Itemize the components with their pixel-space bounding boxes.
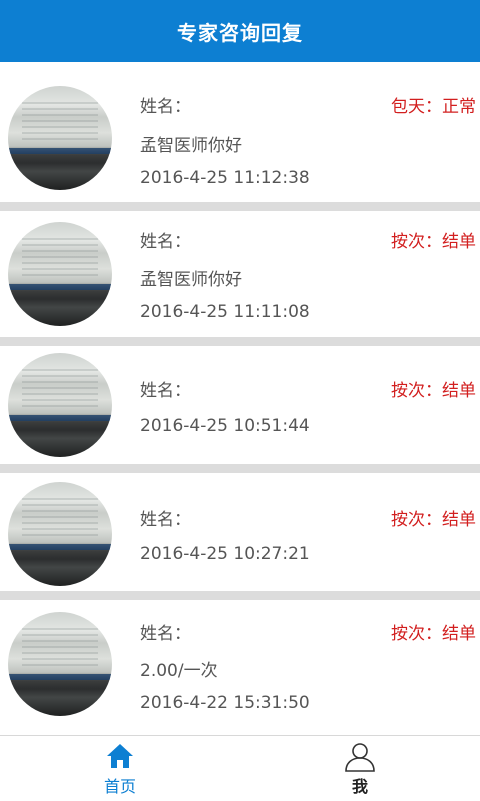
avatar	[8, 86, 112, 190]
timestamp: 2016-4-25 11:12:38	[140, 168, 310, 188]
name-label: 姓名：	[140, 381, 191, 401]
divider	[0, 202, 480, 211]
divider	[0, 591, 480, 600]
tab-me[interactable]: 我	[240, 736, 480, 801]
list-item[interactable]: 姓名： 按次：结单 孟智医师你好 2016-4-25 11:11:08	[0, 211, 480, 337]
status-badge: 按次：结单	[391, 624, 476, 644]
list-item[interactable]: 姓名： 按次：结单 2016-4-25 10:51:44	[0, 346, 480, 464]
divider	[0, 337, 480, 346]
name-label: 姓名：	[140, 510, 191, 530]
home-icon	[105, 742, 135, 774]
avatar	[8, 482, 112, 586]
tab-home-label: 首页	[103, 777, 136, 796]
header-bar: 专家咨询回复	[0, 0, 480, 62]
list-item[interactable]: 姓名： 按次：结单 2.00/一次 2016-4-22 15:31:50	[0, 600, 480, 735]
tab-home[interactable]: 首页	[0, 736, 240, 801]
tab-me-label: 我	[351, 777, 368, 796]
timestamp: 2016-4-22 15:31:50	[140, 693, 310, 713]
avatar	[8, 353, 112, 457]
message-text: 孟智医师你好	[140, 136, 242, 156]
message-text: 2.00/一次	[140, 661, 218, 681]
name-label: 姓名：	[140, 97, 191, 117]
avatar	[8, 222, 112, 326]
page-title: 专家咨询回复	[177, 20, 303, 45]
list-item[interactable]: 姓名： 包天：正常 孟智医师你好 2016-4-25 11:12:38	[0, 62, 480, 202]
message-text: 孟智医师你好	[140, 270, 242, 290]
status-badge: 包天：正常	[391, 97, 476, 117]
name-label: 姓名：	[140, 232, 191, 252]
status-badge: 按次：结单	[391, 232, 476, 252]
bottom-tab-bar: 首页 我	[0, 735, 480, 801]
timestamp: 2016-4-25 11:11:08	[140, 302, 310, 322]
avatar	[8, 612, 112, 716]
status-badge: 按次：结单	[391, 510, 476, 530]
user-icon	[343, 742, 377, 776]
timestamp: 2016-4-25 10:51:44	[140, 416, 310, 436]
list-item[interactable]: 姓名： 按次：结单 2016-4-25 10:27:21	[0, 473, 480, 591]
reply-list[interactable]: 姓名： 包天：正常 孟智医师你好 2016-4-25 11:12:38 姓名： …	[0, 62, 480, 735]
status-badge: 按次：结单	[391, 381, 476, 401]
name-label: 姓名：	[140, 624, 191, 644]
divider	[0, 464, 480, 473]
timestamp: 2016-4-25 10:27:21	[140, 544, 310, 564]
